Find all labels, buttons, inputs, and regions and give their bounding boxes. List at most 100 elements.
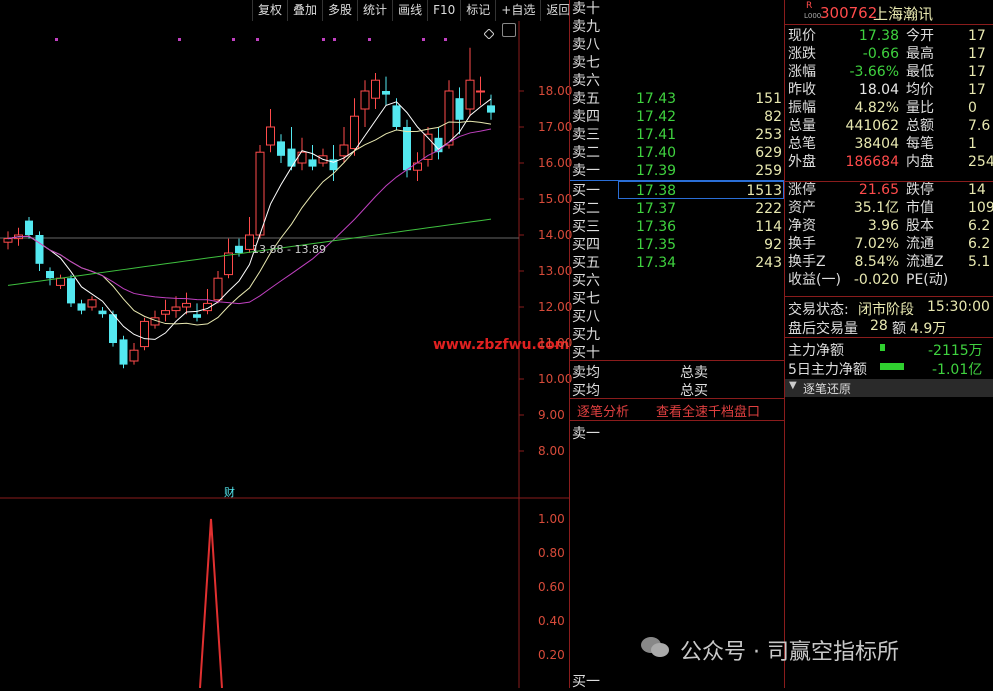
level-volume: 629 [755,145,782,161]
quote-row: 现价 17.38 今开 17 [788,27,993,45]
quote-label: 振幅 [788,100,816,116]
quote-row: 总量 441062 总额 7.6 [788,117,993,135]
quote-row: 涨停 21.65 跌停 14 [788,181,993,199]
ask-row[interactable]: 卖六 [572,72,784,90]
badge-r: R [806,1,813,11]
quote-label-2: 今开 [906,28,934,44]
level-label: 卖四 [572,109,600,125]
candles-group [3,47,495,369]
quote-label-2: 均价 [906,82,934,98]
candle-body [360,90,370,110]
level-label: 买一 [572,183,600,199]
candle-body [465,79,475,110]
level-label: 买七 [572,291,600,307]
quote-row: 净资 3.96 股本 6.2 [788,217,993,235]
level-label: 卖八 [572,37,600,53]
candle-body [455,98,464,120]
candle-body [350,115,359,150]
candle-body [444,90,454,146]
financial-marker[interactable]: 财 [224,484,235,500]
quote-row: 涨幅 -3.66% 最低 17 [788,63,993,81]
bid-row[interactable]: 买八 [572,308,784,326]
bid-row[interactable]: 买三 17.36 114 [572,218,784,236]
bid-row[interactable]: 买一 17.38 1513 [572,182,784,200]
orderbook-right-border [784,0,785,688]
tick-analysis-link[interactable]: 逐笔分析 [577,401,629,420]
ask-row[interactable]: 卖八 [572,36,784,54]
candle-body [266,126,275,146]
quote-row: 换手Z 8.54% 流通Z 5.1 [788,253,993,271]
bid-row[interactable]: 买四 17.35 92 [572,236,784,254]
signal-dot [178,38,181,41]
level-price: 17.43 [636,91,677,107]
quote-row: 换手 7.02% 流通 6.2 [788,235,993,253]
orderbook-left-border [569,0,570,688]
quote-value: 18.04 [858,82,899,98]
quote-label: 昨收 [788,82,816,98]
level-label: 买二 [572,201,600,217]
total-buy-label: 总买 [680,383,708,399]
bid-row[interactable]: 买九 [572,326,784,344]
price-tick-label: 16.00 [538,156,573,170]
ask-row[interactable]: 卖七 [572,54,784,72]
price-tick-label: 8.00 [538,444,565,458]
restore-bar[interactable]: ▼ 逐笔还原 [785,379,993,397]
bid-row[interactable]: 买五 17.34 243 [572,254,784,272]
quote-value-2: 109. [968,200,993,216]
ask-row[interactable]: 卖五 17.43 151 [572,90,784,108]
level-volume: 222 [755,201,782,217]
restore-label: 逐笔还原 [803,382,852,396]
candle-body [287,148,296,167]
ask-row[interactable]: 卖四 17.42 82 [572,108,784,126]
main-net-value: -2115万 [928,343,983,359]
ask-row[interactable]: 卖二 17.40 629 [572,144,784,162]
ask-row[interactable]: 卖三 17.41 253 [572,126,784,144]
main-5d-label: 5日主力净额 [788,362,867,378]
depth-link[interactable]: 查看全速千档盘口 [656,401,760,420]
quote-label: 现价 [788,28,816,44]
main-5d-bar [880,363,904,370]
level-label: 买六 [572,273,600,289]
after-hours-amt: 4.9万 [910,321,947,337]
quote-value-2: 17 [968,46,986,62]
ask-row[interactable]: 卖十 [572,0,784,18]
bid-row[interactable]: 买六 [572,272,784,290]
quote-label: 净资 [788,218,816,234]
quote-label-2: 股本 [906,218,934,234]
candle-body [67,278,75,304]
bid-row[interactable]: 买二 17.37 222 [572,200,784,218]
quote-value-2: 6.2 [968,236,991,252]
quote-label: 收益(一) [788,272,841,288]
level-price: 17.39 [636,163,677,179]
quote-label-2: 量比 [906,100,934,116]
candle-body [297,151,307,164]
quote-value-2: 0 [968,100,977,116]
signal-dot [422,38,425,41]
level-price: 17.38 [636,183,677,199]
ask-row[interactable]: 卖一 17.39 259 [572,162,784,180]
ask-row[interactable]: 卖九 [572,18,784,36]
level-volume: 253 [755,127,782,143]
candle-body [371,79,380,99]
quote-value: 4.82% [854,100,899,116]
quote-label: 外盘 [788,154,816,170]
stock-code: 300762 [820,4,878,22]
quote-value: 35.1亿 [853,200,899,216]
level-volume: 114 [755,219,782,235]
after-hours-label: 盘后交易量 [788,321,858,337]
level-price: 17.41 [636,127,677,143]
bid-row[interactable]: 买七 [572,290,784,308]
level-price: 17.40 [636,145,677,161]
quote-label-2: 总额 [906,118,934,134]
quote-value: 441062 [845,118,899,134]
candle-body [35,235,44,264]
sell-avg-label: 卖均 [572,365,600,381]
quote-value: -3.66% [849,64,899,80]
quote-label-2: 最高 [906,46,934,62]
level-label: 买八 [572,309,600,325]
quote-label: 总量 [788,118,816,134]
quote-label-2: PE(动) [906,272,949,288]
tick-buy1-label: 买一 [572,674,600,690]
price-tick-label: 18.00 [538,84,573,98]
candle-body [403,127,411,171]
